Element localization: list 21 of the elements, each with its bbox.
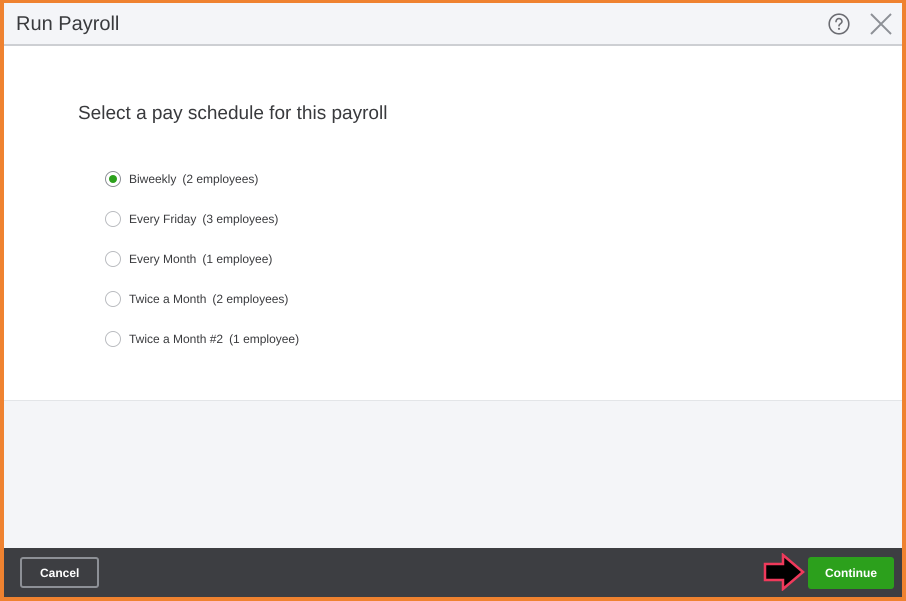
- option-label[interactable]: Biweekly: [129, 170, 176, 188]
- employee-count: (2 employees): [182, 170, 258, 188]
- arrow-icon: [763, 553, 805, 591]
- option-label[interactable]: Twice a Month: [129, 290, 206, 308]
- employee-count: (3 employees): [202, 210, 278, 228]
- employee-count: (2 employees): [212, 290, 288, 308]
- prompt-heading: Select a pay schedule for this payroll: [78, 102, 388, 126]
- radio-button[interactable]: [105, 170, 121, 186]
- employee-count: (1 employee): [229, 330, 300, 348]
- cancel-button[interactable]: Cancel: [20, 557, 100, 588]
- employee-count: (1 employee): [202, 250, 272, 268]
- option-label[interactable]: Every Friday: [129, 210, 196, 228]
- radio-button[interactable]: [105, 250, 121, 266]
- close-icon[interactable]: [870, 12, 892, 34]
- option-label[interactable]: Twice a Month #2: [129, 330, 224, 348]
- help-icon[interactable]: [828, 12, 850, 34]
- radio-button[interactable]: [105, 210, 121, 226]
- radio-button[interactable]: [105, 290, 121, 306]
- option-label[interactable]: Every Month: [129, 250, 196, 268]
- radio-button[interactable]: [105, 330, 121, 346]
- window-title: Run Payroll: [16, 12, 120, 36]
